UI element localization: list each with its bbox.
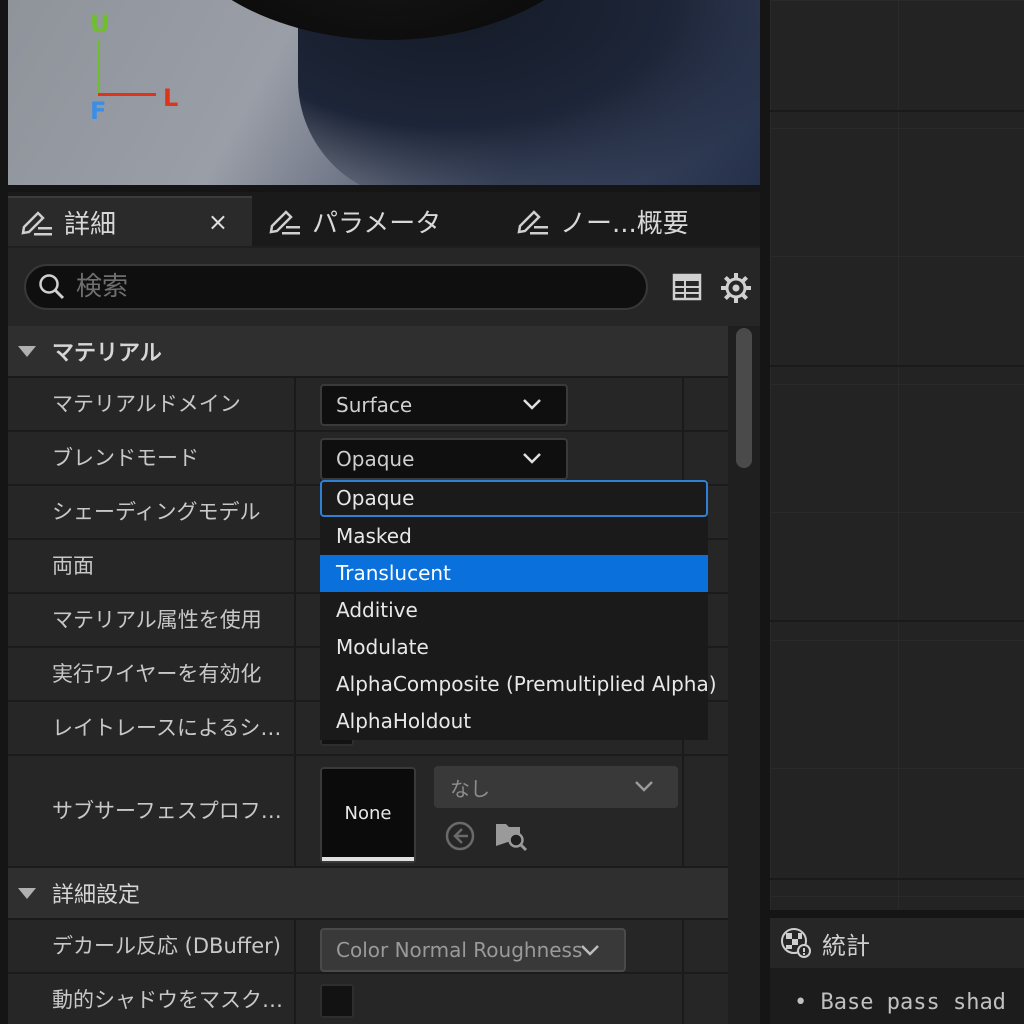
category-label: 詳細設定	[52, 883, 141, 908]
close-icon[interactable]: ×	[208, 208, 228, 236]
search-icon	[39, 274, 65, 300]
property-name: シェーディングモデル	[52, 500, 261, 524]
graph-divider	[770, 620, 1024, 622]
tab-label: 詳細	[64, 209, 117, 240]
tab-parameters[interactable]: パラメータ	[256, 196, 500, 246]
property-name: レイトレースによるシャド...	[52, 716, 292, 740]
tab-bar: 詳細 × パラメータ ノー...概要	[8, 192, 760, 246]
masked-dynamic-shadow-checkbox[interactable]	[320, 984, 354, 1018]
subsurface-profile-combo[interactable]: なし	[434, 766, 678, 808]
material-domain-combo[interactable]: Surface	[320, 384, 568, 426]
combo-value: Color Normal Roughness	[336, 938, 583, 962]
material-preview-viewport[interactable]: U L F	[8, 0, 760, 185]
search-input[interactable]	[76, 272, 576, 302]
tab-node-overview[interactable]: ノー...概要	[504, 196, 760, 246]
chevron-down-icon	[635, 781, 653, 792]
blend-mode-combo[interactable]: Opaque	[320, 438, 568, 480]
property-name: 実行ワイヤーを有効化	[52, 662, 262, 686]
axis-forward-label: F	[90, 97, 107, 125]
dropdown-option-additive[interactable]: Additive	[320, 592, 708, 629]
pencil-list-icon	[517, 210, 548, 235]
dropdown-option-modulate[interactable]: Modulate	[320, 629, 708, 666]
combo-value: Surface	[336, 393, 413, 417]
graph-divider	[770, 365, 1024, 367]
material-graph-canvas[interactable]	[770, 0, 1024, 910]
stats-line: • Base pass shad	[794, 990, 1006, 1015]
tab-details[interactable]: 詳細 ×	[8, 196, 252, 246]
dropdown-option-alphacomposite[interactable]: AlphaComposite (Premultiplied Alpha)	[320, 666, 717, 703]
property-name: デカール反応 (DBuffer)	[52, 934, 281, 958]
table-icon[interactable]	[672, 272, 702, 302]
use-selected-asset-icon[interactable]	[444, 820, 476, 852]
axis-left-line	[98, 93, 156, 96]
gear-icon[interactable]	[720, 272, 752, 304]
property-name: 動的シャドウをマスク済...	[52, 988, 292, 1012]
dropdown-option-opaque[interactable]: Opaque	[320, 480, 708, 517]
browse-asset-icon[interactable]	[494, 818, 530, 854]
stats-header[interactable]: 統計	[770, 918, 1024, 968]
axis-left-label: L	[163, 84, 179, 112]
combo-value: なし	[450, 776, 490, 801]
category-advanced[interactable]: 詳細設定	[8, 868, 728, 920]
decal-response-combo[interactable]: Color Normal Roughness	[320, 928, 626, 972]
chevron-down-icon	[523, 399, 541, 410]
thumbnail-label: None	[344, 803, 392, 824]
search-box[interactable]	[24, 264, 648, 310]
chevron-down-icon	[581, 945, 599, 956]
graph-divider	[770, 110, 1024, 112]
stats-title: 統計	[822, 931, 870, 960]
collapse-arrow-icon[interactable]	[18, 887, 36, 899]
axis-up-line	[97, 40, 100, 96]
chevron-down-icon	[523, 453, 541, 464]
stats-checker-icon	[781, 928, 811, 958]
property-name: サブサーフェスプロファイ...	[52, 799, 292, 823]
subsurface-profile-thumbnail[interactable]: None	[320, 767, 416, 863]
property-row-material-domain: マテリアルドメイン Surface	[8, 378, 728, 432]
category-label: マテリアル	[52, 341, 162, 366]
stats-panel: 統計 • Base pass shad	[770, 918, 1024, 1024]
property-row-masked-dynamic-shadow: 動的シャドウをマスク済...	[8, 974, 728, 1024]
property-name: マテリアル属性を使用	[52, 608, 262, 632]
pencil-list-icon	[269, 210, 300, 235]
tab-label: ノー...概要	[560, 208, 689, 239]
axis-up-label: U	[90, 10, 110, 38]
dropdown-option-masked[interactable]: Masked	[320, 518, 708, 555]
search-row	[8, 248, 760, 326]
dropdown-option-translucent[interactable]: Translucent	[320, 555, 708, 592]
collapse-arrow-icon[interactable]	[18, 345, 36, 357]
dropdown-option-alphaholdout[interactable]: AlphaHoldout	[320, 703, 708, 740]
pencil-list-icon	[21, 211, 52, 236]
blend-mode-dropdown: Opaque Masked Translucent Additive Modul…	[320, 480, 717, 740]
combo-value: Opaque	[336, 447, 415, 471]
property-name: マテリアルドメイン	[52, 392, 241, 416]
property-name: ブレンドモード	[52, 446, 199, 470]
property-name: 両面	[52, 554, 94, 578]
graph-divider	[770, 878, 1024, 880]
property-row-blend-mode: ブレンドモード Opaque	[8, 432, 728, 486]
tab-label: パラメータ	[312, 208, 442, 239]
scrollbar-thumb[interactable]	[736, 328, 752, 468]
category-material[interactable]: マテリアル	[8, 326, 728, 378]
